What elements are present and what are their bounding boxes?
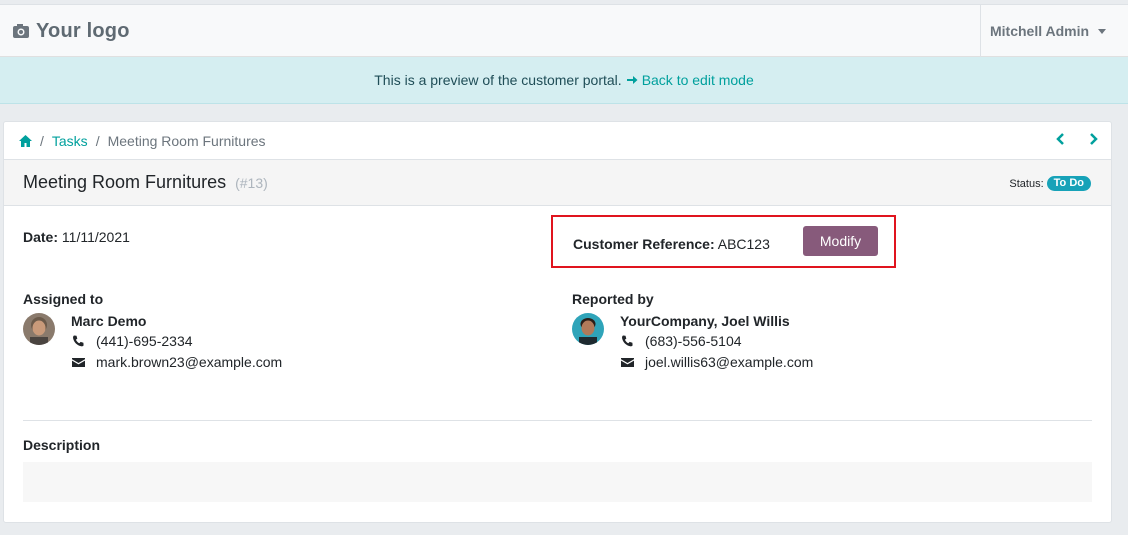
breadcrumb-tasks[interactable]: Tasks [52, 133, 88, 149]
task-title: Meeting Room Furnitures (#13) [23, 172, 268, 193]
envelope-icon [72, 358, 85, 367]
reported-name: YourCompany, Joel Willis [620, 313, 790, 329]
customer-reference-value: ABC123 [717, 236, 770, 252]
reported-phone-value: (683)-556-5104 [645, 333, 742, 349]
customer-reference-highlight: Customer Reference: ABC123 Modify [551, 215, 896, 268]
home-icon[interactable] [19, 134, 32, 147]
customer-reference: Customer Reference: ABC123 [573, 236, 770, 252]
phone-icon [73, 335, 84, 347]
reported-email-value[interactable]: joel.willis63@example.com [645, 354, 813, 370]
brand-text: Your logo [36, 19, 130, 42]
assigned-name: Marc Demo [71, 313, 147, 329]
chevron-left-icon[interactable] [1055, 132, 1067, 146]
reported-phone: (683)-556-5104 [621, 333, 742, 349]
modify-button[interactable]: Modify [803, 226, 878, 256]
back-to-edit-label: Back to edit mode [641, 72, 754, 88]
date-label: Date: [23, 229, 59, 245]
assigned-contact: Marc Demo (441)-695-2334 mark.brown23@ex… [23, 313, 323, 373]
customer-reference-label: Customer Reference: [573, 236, 715, 252]
avatar [572, 313, 604, 345]
preview-message: This is a preview of the customer portal… [374, 72, 622, 88]
user-menu[interactable]: Mitchell Admin [980, 5, 1107, 57]
envelope-icon [621, 358, 634, 367]
phone-icon [622, 335, 633, 347]
task-card: Meeting Room Furnitures (#13) Status: To… [3, 159, 1112, 523]
brand-logo[interactable]: Your logo [12, 18, 130, 44]
chevron-right-icon[interactable] [1087, 132, 1099, 146]
top-navbar: Your logo Mitchell Admin [0, 4, 1128, 57]
task-date: Date: 11/11/2021 [23, 229, 130, 245]
assigned-email: mark.brown23@example.com [72, 354, 282, 370]
user-name: Mitchell Admin [990, 23, 1090, 39]
reported-email: joel.willis63@example.com [621, 354, 813, 370]
preview-banner: This is a preview of the customer portal… [0, 57, 1128, 104]
avatar [23, 313, 55, 345]
caret-down-icon [1098, 28, 1107, 34]
breadcrumb-current: Meeting Room Furnitures [107, 132, 266, 149]
status-label: Status: [1009, 177, 1044, 190]
assigned-phone: (441)-695-2334 [72, 333, 193, 349]
task-header: Meeting Room Furnitures (#13) Status: To… [4, 160, 1111, 206]
breadcrumb: / Tasks / Meeting Room Furnitures [3, 121, 1112, 159]
reported-by-label: Reported by [572, 291, 654, 307]
reported-contact: YourCompany, Joel Willis (683)-556-5104 … [572, 313, 892, 373]
assigned-email-value[interactable]: mark.brown23@example.com [96, 354, 282, 370]
arrow-right-icon [626, 76, 638, 84]
status-badge: To Do [1046, 176, 1091, 191]
breadcrumb-separator: / [95, 132, 100, 149]
description-content [23, 462, 1092, 502]
assigned-phone-value: (441)-695-2334 [96, 333, 193, 349]
camera-icon [13, 24, 29, 38]
breadcrumb-separator: / [40, 132, 44, 149]
assigned-to-label: Assigned to [23, 291, 104, 307]
task-number: (#13) [235, 175, 268, 191]
description-label: Description [23, 437, 101, 453]
record-pager [1055, 132, 1099, 146]
back-to-edit-link[interactable]: Back to edit mode [626, 72, 754, 88]
task-status: Status: To Do [1009, 176, 1091, 191]
task-name: Meeting Room Furnitures [23, 172, 227, 192]
date-value: 11/11/2021 [61, 229, 130, 245]
divider [23, 420, 1092, 421]
